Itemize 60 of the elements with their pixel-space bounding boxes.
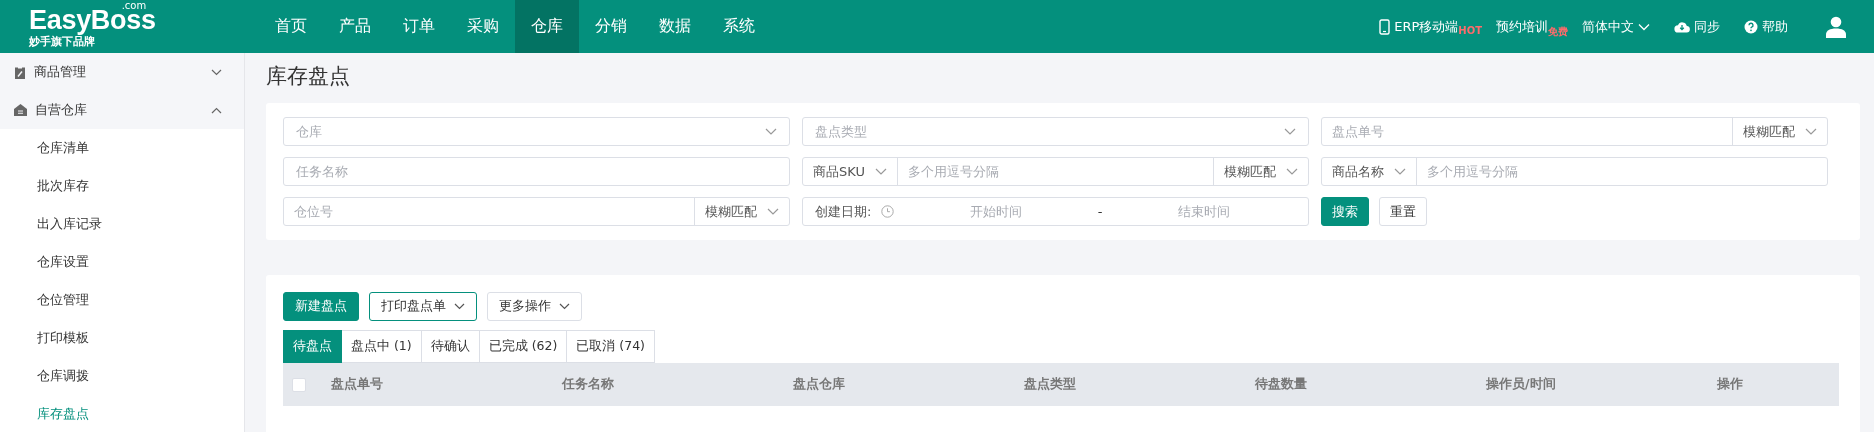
column-header: 待盘数量: [1254, 376, 1308, 393]
hot-label: HOT: [1458, 24, 1482, 36]
sidebar-group[interactable]: 商品管理: [0, 53, 244, 91]
help-button[interactable]: 帮助: [1744, 17, 1788, 36]
select-field[interactable]: 盘点类型: [802, 117, 1309, 146]
free-label: 免费: [1548, 25, 1568, 39]
nav-menu-item[interactable]: 分销: [579, 0, 643, 53]
sync-button[interactable]: 同步: [1674, 17, 1720, 36]
action-button[interactable]: 新建盘点: [283, 292, 359, 321]
chevron-icon: [211, 68, 222, 76]
chevron-down-icon: [559, 303, 570, 310]
column-header: 操作员/时间: [1485, 376, 1557, 393]
mobile-app-link[interactable]: ERP移动端: [1379, 17, 1459, 36]
sidebar-item[interactable]: 仓位管理: [0, 281, 244, 319]
reset-button[interactable]: 重置: [1379, 197, 1427, 226]
select-field[interactable]: 仓库: [283, 117, 790, 146]
status-tab[interactable]: 待盘点: [283, 330, 342, 363]
chevron-down-icon: [1638, 22, 1650, 31]
action-button[interactable]: 更多操作: [487, 292, 582, 321]
select-all-checkbox[interactable]: [292, 377, 306, 392]
nav-menu-item[interactable]: 系统: [707, 0, 771, 53]
column-header: 任务名称: [560, 376, 615, 393]
clock-icon: [881, 205, 895, 218]
sidebar-item[interactable]: 出入库记录: [0, 205, 244, 243]
house-icon: [14, 104, 27, 116]
column-header: 操作: [1716, 376, 1744, 393]
nav-menu-item[interactable]: 首页: [259, 0, 323, 53]
sidebar-item[interactable]: 仓库设置: [0, 243, 244, 281]
training-link[interactable]: 预约培训: [1496, 17, 1548, 36]
chevron-down-icon: [454, 303, 465, 310]
clipboard-icon: [14, 65, 26, 79]
column-header: 盘点仓库: [792, 376, 846, 393]
sidebar-item[interactable]: 批次库存: [0, 167, 244, 205]
language-dropdown[interactable]: 简体中文: [1582, 17, 1650, 36]
phone-icon: [1379, 18, 1391, 35]
sidebar-item[interactable]: 打印模板: [0, 319, 244, 357]
action-button[interactable]: 打印盘点单: [369, 292, 477, 321]
logo-tagline: 妙手旗下品牌: [29, 35, 95, 47]
sidebar-group[interactable]: 自营仓库: [0, 91, 244, 129]
date-range-field[interactable]: 创建日期: 开始时间 - 结束时间: [802, 197, 1309, 226]
nav-menu-item[interactable]: 仓库: [515, 0, 579, 53]
help-icon: [1744, 19, 1758, 34]
chevron-down-icon: [765, 128, 777, 135]
chevron-icon: [211, 106, 222, 114]
input-field[interactable]: 任务名称: [283, 157, 790, 186]
nav-menu-item[interactable]: 产品: [323, 0, 387, 53]
nav-menu-item[interactable]: 采购: [451, 0, 515, 53]
nav-menu-item[interactable]: 订单: [387, 0, 451, 53]
sidebar-item[interactable]: 库存盘点: [0, 395, 244, 432]
column-header: 盘点单号: [330, 376, 384, 393]
nav-menu-item[interactable]: 数据: [643, 0, 707, 53]
chevron-down-icon: [1284, 128, 1296, 135]
logo-domain: .com: [121, 0, 147, 11]
page-title: 库存盘点: [266, 63, 351, 89]
sidebar-item[interactable]: 仓库清单: [0, 129, 244, 167]
sidebar-item[interactable]: 仓库调拨: [0, 357, 244, 395]
column-header: 盘点类型: [1023, 376, 1077, 393]
cloud-download-icon: [1674, 20, 1690, 33]
user-avatar-icon[interactable]: [1826, 15, 1846, 38]
search-button[interactable]: 搜索: [1321, 197, 1369, 226]
